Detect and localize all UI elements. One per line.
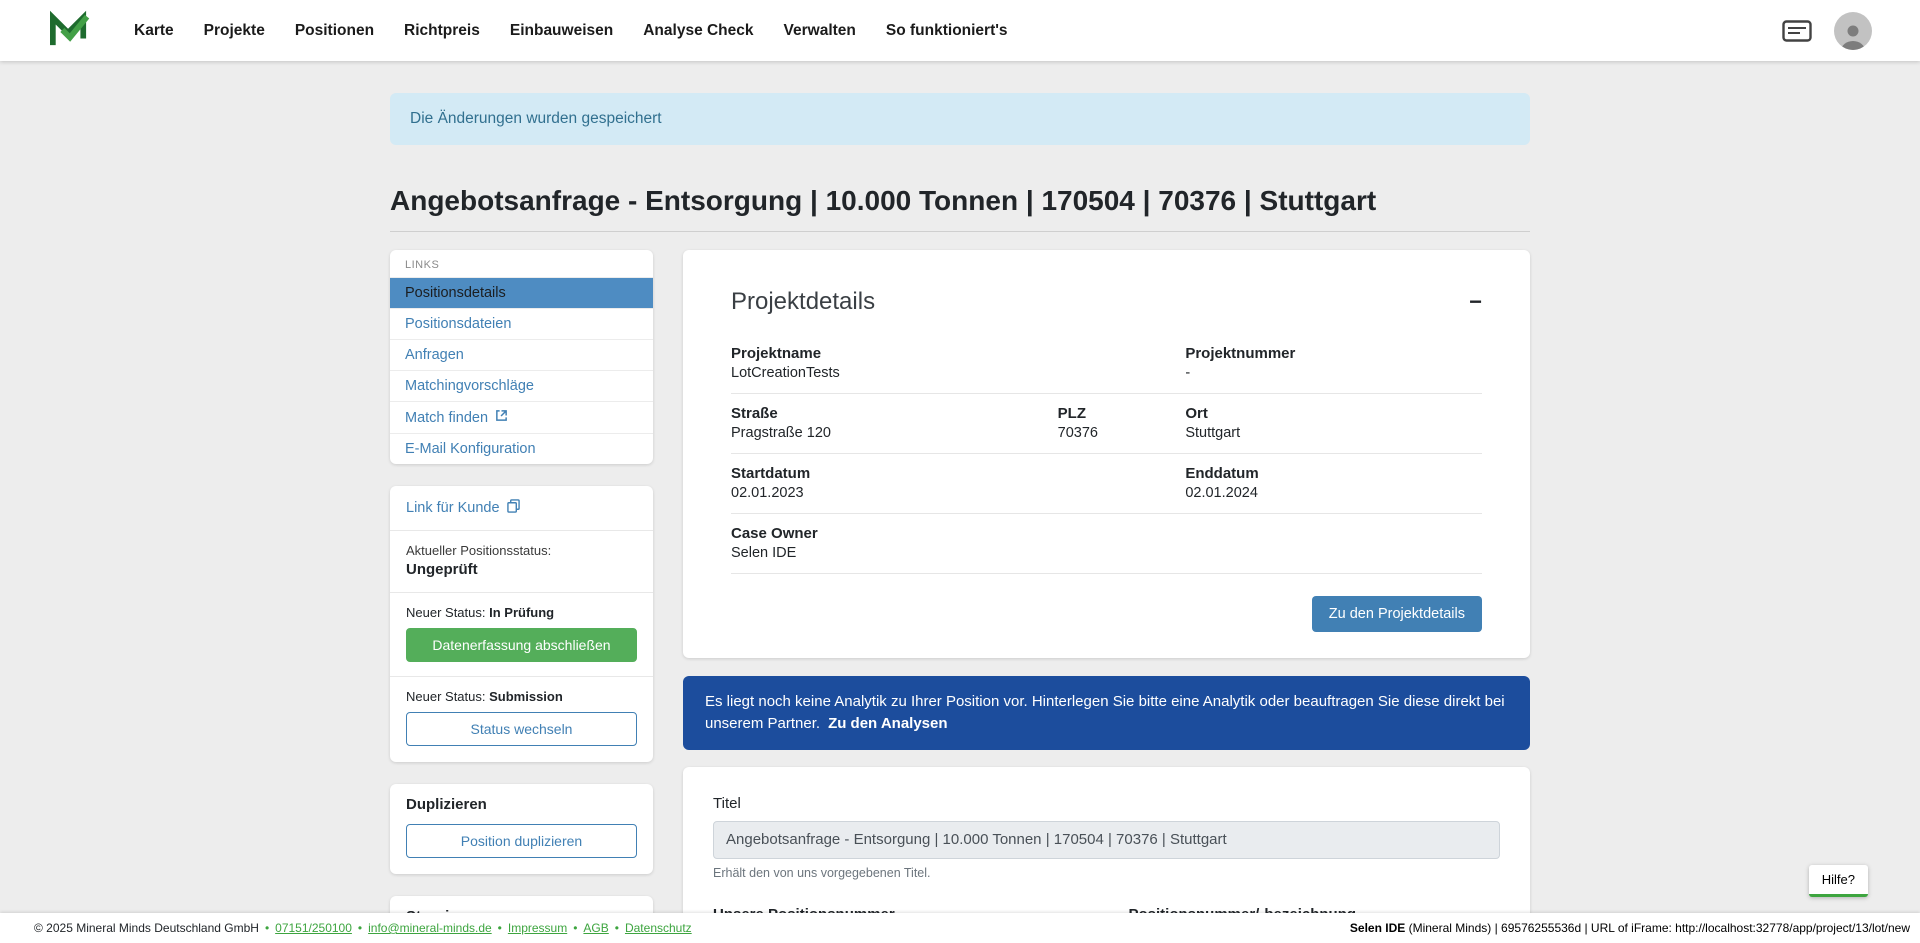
next-status-2: Neuer Status: Submission: [406, 689, 637, 704]
analytics-banner: Es liegt noch keine Analytik zu Ihrer Po…: [683, 676, 1530, 750]
footer-phone-link[interactable]: 07151/250100: [275, 921, 352, 935]
sidebar-item-matchingvorschlaege[interactable]: Matchingvorschläge: [390, 370, 653, 401]
sidebar-item-anfragen[interactable]: Anfragen: [390, 339, 653, 370]
nav-einbauweisen[interactable]: Einbauweisen: [510, 22, 613, 40]
footer-user-name: Selen IDE: [1350, 921, 1405, 935]
titel-input[interactable]: [713, 821, 1500, 859]
duplizieren-title: Duplizieren: [406, 796, 637, 813]
next-status-1: Neuer Status: In Prüfung: [406, 605, 637, 620]
saved-alert: Die Änderungen wurden gespeichert: [390, 93, 1530, 145]
links-header: LINKS: [390, 250, 653, 277]
sidebar: LINKS Positionsdetails Positionsdateien …: [390, 250, 653, 943]
copyright-text: © 2025 Mineral Minds Deutschland GmbH: [34, 921, 259, 935]
analytics-banner-text: Es liegt noch keine Analytik zu Ihrer Po…: [705, 693, 1505, 732]
nav-karte[interactable]: Karte: [134, 22, 174, 40]
user-avatar[interactable]: [1834, 12, 1872, 50]
project-details-card: Projektdetails − Projektname LotCreation…: [683, 250, 1530, 658]
startdatum-label: Startdatum: [731, 465, 1185, 482]
sidebar-item-positionsdetails[interactable]: Positionsdetails: [390, 277, 653, 308]
nav-richtpreis[interactable]: Richtpreis: [404, 22, 480, 40]
sidebar-item-match-finden[interactable]: Match finden: [390, 401, 653, 433]
status-card: Link für Kunde Aktueller Positionsstatus…: [390, 486, 653, 762]
main-column: Projektdetails − Projektname LotCreation…: [683, 250, 1530, 943]
titel-label: Titel: [713, 795, 1500, 812]
page-title: Angebotsanfrage - Entsorgung | 10.000 To…: [390, 185, 1530, 232]
project-row-4: Case Owner Selen IDE: [731, 514, 1482, 574]
project-row-3: Startdatum 02.01.2023 Enddatum 02.01.202…: [731, 454, 1482, 514]
current-status-label: Aktueller Positionsstatus:: [406, 543, 637, 558]
projektnummer-value: -: [1185, 365, 1482, 381]
separator-dot-icon: •: [358, 921, 362, 935]
status-wechseln-button[interactable]: Status wechseln: [406, 712, 637, 746]
enddatum-label: Enddatum: [1185, 465, 1482, 482]
project-row-1: Projektname LotCreationTests Projektnumm…: [731, 334, 1482, 394]
current-status-value: Ungeprüft: [406, 561, 637, 578]
nav-analyse-check[interactable]: Analyse Check: [643, 22, 753, 40]
brand-logo[interactable]: [48, 10, 90, 52]
separator-dot-icon: •: [498, 921, 502, 935]
card-reader-icon[interactable]: [1782, 20, 1812, 42]
project-details-title: Projektdetails: [731, 288, 875, 316]
nav-projekte[interactable]: Projekte: [204, 22, 265, 40]
zu-den-projektdetails-button[interactable]: Zu den Projektdetails: [1312, 596, 1482, 632]
enddatum-value: 02.01.2024: [1185, 485, 1482, 501]
projektname-label: Projektname: [731, 345, 1185, 362]
strasse-label: Straße: [731, 405, 1058, 422]
nav-so-funktionierts[interactable]: So funktioniert's: [886, 22, 1008, 40]
external-link-icon: [495, 409, 508, 426]
sidebar-item-positionsdateien[interactable]: Positionsdateien: [390, 308, 653, 339]
links-card: LINKS Positionsdetails Positionsdateien …: [390, 250, 653, 464]
footer-impressum-link[interactable]: Impressum: [508, 921, 567, 935]
case-owner-label: Case Owner: [731, 525, 1482, 542]
nav-positionen[interactable]: Positionen: [295, 22, 374, 40]
match-finden-label: Match finden: [405, 410, 488, 426]
collapse-icon[interactable]: −: [1469, 291, 1482, 313]
plz-value: 70376: [1058, 425, 1186, 441]
separator-dot-icon: •: [615, 921, 619, 935]
footer: © 2025 Mineral Minds Deutschland GmbH • …: [0, 913, 1920, 943]
separator-dot-icon: •: [265, 921, 269, 935]
footer-session-details: (Mineral Minds) | 69576255536d | URL of …: [1405, 921, 1910, 935]
project-row-2: Straße Pragstraße 120 PLZ 70376 Ort Stut…: [731, 394, 1482, 454]
navbar: Karte Projekte Positionen Richtpreis Ein…: [0, 0, 1920, 61]
projektnummer-label: Projektnummer: [1185, 345, 1482, 362]
customer-link[interactable]: Link für Kunde: [390, 486, 653, 530]
footer-email-link[interactable]: info@mineral-minds.de: [368, 921, 492, 935]
projektname-value: LotCreationTests: [731, 365, 1185, 381]
mineral-minds-logo-icon: [48, 10, 90, 52]
position-duplizieren-button[interactable]: Position duplizieren: [406, 824, 637, 858]
footer-session-info: Selen IDE (Mineral Minds) | 69576255536d…: [1350, 921, 1910, 935]
saved-alert-text: Die Änderungen wurden gespeichert: [410, 110, 662, 127]
ort-label: Ort: [1185, 405, 1482, 422]
navbar-right: [1782, 12, 1872, 50]
separator-dot-icon: •: [573, 921, 577, 935]
ort-value: Stuttgart: [1185, 425, 1482, 441]
case-owner-value: Selen IDE: [731, 545, 1482, 561]
sidebar-item-email-konfiguration[interactable]: E-Mail Konfiguration: [390, 433, 653, 464]
titel-help: Erhält den von uns vorgegebenen Titel.: [713, 866, 1500, 880]
help-button[interactable]: Hilfe?: [1809, 865, 1868, 897]
startdatum-value: 02.01.2023: [731, 485, 1185, 501]
footer-agb-link[interactable]: AGB: [583, 921, 608, 935]
zu-den-analysen-link[interactable]: Zu den Analysen: [828, 715, 947, 732]
nav-verwalten[interactable]: Verwalten: [784, 22, 856, 40]
duplizieren-card: Duplizieren Position duplizieren: [390, 784, 653, 874]
customer-link-label: Link für Kunde: [406, 500, 500, 516]
footer-left: © 2025 Mineral Minds Deutschland GmbH • …: [34, 921, 692, 935]
datenerfassung-abschliessen-button[interactable]: Datenerfassung abschließen: [406, 628, 637, 662]
copy-icon: [507, 499, 520, 517]
strasse-value: Pragstraße 120: [731, 425, 1058, 441]
page-content: Die Änderungen wurden gespeichert Angebo…: [0, 93, 1920, 943]
footer-datenschutz-link[interactable]: Datenschutz: [625, 921, 692, 935]
main-nav: Karte Projekte Positionen Richtpreis Ein…: [134, 22, 1008, 40]
plz-label: PLZ: [1058, 405, 1186, 422]
